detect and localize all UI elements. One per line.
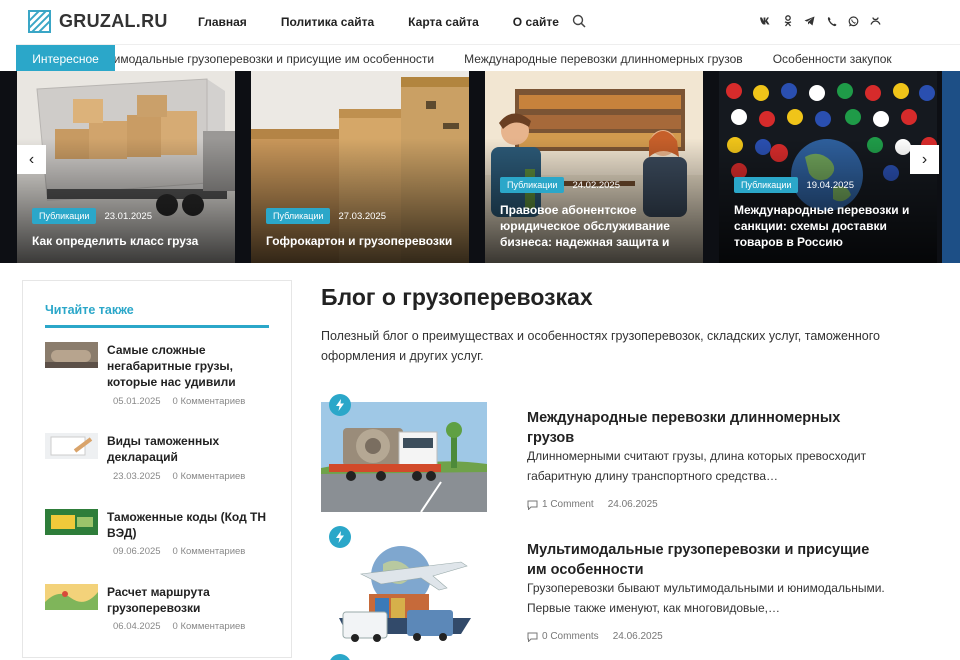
- slide-date: 19.04.2025: [806, 179, 854, 191]
- chevron-left-icon: ‹: [28, 150, 35, 168]
- slider-prev-button[interactable]: ‹: [17, 145, 46, 174]
- slide-date: 23.01.2025: [104, 210, 152, 222]
- slide-meta: Публикации 19.04.2025: [734, 177, 854, 193]
- slide-title[interactable]: Гофрокартон и грузоперевозки: [266, 233, 462, 249]
- slide-title[interactable]: Правовое абонентское юридическое обслужи…: [500, 202, 696, 250]
- slide-meta: Публикации 23.01.2025: [32, 208, 152, 224]
- sidebar-post-title[interactable]: Таможенные коды (Код ТН ВЭД): [107, 509, 271, 541]
- sidebar-post-comments[interactable]: 0 Комментариев: [173, 621, 246, 632]
- sidebar-post-title[interactable]: Расчет маршрута грузоперевозки: [107, 584, 271, 616]
- sidebar-post-meta: 06.04.2025 0 Комментариев: [113, 621, 245, 632]
- slide-meta: Публикации 27.03.2025: [266, 208, 386, 224]
- sidebar-post-title[interactable]: Виды таможенных деклараций: [107, 433, 271, 465]
- slider-next-button[interactable]: ›: [910, 145, 939, 174]
- viber-icon[interactable]: [826, 14, 837, 28]
- site-logo[interactable]: GRUZAL.RU: [28, 10, 168, 33]
- page-description: Полезный блог о преимуществах и особенно…: [321, 329, 880, 363]
- ticker-track: Мультимодальные грузоперевозки и присущи…: [80, 45, 922, 71]
- sidebar-post-date: 05.01.2025: [113, 396, 161, 407]
- slide[interactable]: Публикации 23.01.2025 Как определить кла…: [17, 71, 235, 263]
- slide[interactable]: [942, 71, 960, 263]
- slide-title[interactable]: Международные перевозки и санкции: схемы…: [734, 202, 930, 250]
- sidebar-post-meta: 23.03.2025 0 Комментариев: [113, 471, 245, 482]
- odnoklassniki-icon[interactable]: [782, 14, 793, 28]
- slide-meta: Публикации 24.02.2025: [500, 177, 620, 193]
- slide[interactable]: Публикации 19.04.2025 Международные пере…: [719, 71, 937, 263]
- ticker-item[interactable]: Мультимодальные грузоперевозки и присущи…: [80, 52, 434, 66]
- post-comments[interactable]: 1 Comment: [542, 499, 594, 510]
- sidebar-post-date: 09.06.2025: [113, 546, 161, 557]
- search-icon[interactable]: [572, 14, 586, 28]
- category-badge[interactable]: Публикации: [32, 208, 97, 224]
- sidebar-post[interactable]: Расчет маршрута грузоперевозки 06.04.202…: [45, 584, 269, 636]
- social-links: [760, 14, 892, 28]
- sidebar-post-title[interactable]: Самые сложные негабаритные грузы, которы…: [107, 342, 271, 390]
- sidebar-post[interactable]: Самые сложные негабаритные грузы, которы…: [45, 342, 269, 414]
- comment-icon: [527, 500, 538, 510]
- vk-icon[interactable]: [760, 14, 771, 28]
- news-ticker: Интересное Мультимодальные грузоперевозк…: [16, 44, 960, 71]
- sidebar-thumb: [45, 584, 98, 610]
- sidebar-post-meta: 09.06.2025 0 Комментариев: [113, 546, 245, 557]
- nav-sitemap[interactable]: Карта сайта: [408, 15, 479, 29]
- sidebar-post[interactable]: Таможенные коды (Код ТН ВЭД) 09.06.2025 0…: [45, 509, 269, 561]
- bolt-icon: [329, 654, 351, 660]
- chevron-right-icon: ›: [921, 150, 928, 168]
- post-date: 24.06.2025: [607, 499, 658, 510]
- sidebar-thumb: [45, 342, 98, 368]
- logo-icon: [28, 10, 51, 33]
- whatsapp-icon[interactable]: [848, 14, 859, 28]
- sidebar-post-comments[interactable]: 0 Комментариев: [173, 396, 246, 407]
- main-nav: Главная Политика сайта Карта сайта О сай…: [198, 0, 593, 44]
- post-image[interactable]: [321, 534, 487, 644]
- page-title: Блог о грузоперевозках: [321, 284, 593, 310]
- sidebar-post-date: 06.04.2025: [113, 621, 161, 632]
- post-meta: 0 Comments 24.06.2025: [527, 631, 663, 642]
- post-card: Мультимодальные грузоперевозки и присущи…: [321, 526, 911, 646]
- telegram-icon[interactable]: [804, 14, 815, 28]
- ticker-label: Интересное: [16, 45, 115, 71]
- site-header: GRUZAL.RU Главная Политика сайта Карта с…: [0, 0, 960, 44]
- sidebar-post[interactable]: Виды таможенных деклараций 23.03.2025 0 К…: [45, 433, 269, 485]
- sidebar-divider: [45, 325, 269, 328]
- post-image[interactable]: [321, 402, 487, 512]
- slide-date: 24.02.2025: [572, 179, 620, 191]
- post-date: 24.06.2025: [612, 631, 663, 642]
- ticker-item[interactable]: Международные перевозки длинномерных гру…: [464, 52, 743, 66]
- sidebar-post-date: 23.03.2025: [113, 471, 161, 482]
- nav-policy[interactable]: Политика сайта: [281, 15, 374, 29]
- sidebar-read-also: Читайте также Самые сложные негабаритные…: [22, 280, 292, 658]
- ticker-item[interactable]: Особенности закупок: [773, 52, 892, 66]
- post-meta: 1 Comment 24.06.2025: [527, 499, 658, 510]
- max-icon[interactable]: [870, 14, 881, 28]
- comment-icon: [527, 632, 538, 642]
- category-badge[interactable]: Публикации: [266, 208, 331, 224]
- post-title[interactable]: Международные перевозки длинномерных гру…: [527, 408, 887, 448]
- sidebar-title: Читайте также: [45, 303, 134, 317]
- sidebar-thumb: [45, 433, 98, 459]
- nav-home[interactable]: Главная: [198, 15, 247, 29]
- post-title[interactable]: Мультимодальные грузоперевозки и присущи…: [527, 540, 887, 580]
- bolt-icon: [329, 394, 351, 416]
- sidebar-post-comments[interactable]: 0 Комментариев: [173, 471, 246, 482]
- slide[interactable]: Публикации 24.02.2025 Правовое абонентск…: [485, 71, 703, 263]
- category-badge[interactable]: Публикации: [500, 177, 565, 193]
- logo-text: GRUZAL.RU: [59, 11, 168, 31]
- post-card: Международные перевозки длинномерных гру…: [321, 394, 911, 514]
- post-excerpt: Длинномерными считают грузы, длина котор…: [527, 449, 867, 483]
- sidebar-post-meta: 05.01.2025 0 Комментариев: [113, 396, 245, 407]
- bolt-icon: [329, 526, 351, 548]
- category-badge[interactable]: Публикации: [734, 177, 799, 193]
- slide-title[interactable]: Как определить класс груза: [32, 233, 228, 249]
- sidebar-post-comments[interactable]: 0 Комментариев: [173, 546, 246, 557]
- slide[interactable]: Публикации 27.03.2025 Гофрокартон и груз…: [251, 71, 469, 263]
- post-comments[interactable]: 0 Comments: [542, 631, 599, 642]
- slide-date: 27.03.2025: [338, 210, 386, 222]
- sidebar-thumb: [45, 509, 98, 535]
- nav-about[interactable]: О сайте: [513, 15, 559, 29]
- post-excerpt: Грузоперевозки бывают мультимодальными и…: [527, 581, 885, 615]
- featured-slider: Публикации 23.01.2025 Как определить кла…: [0, 71, 960, 263]
